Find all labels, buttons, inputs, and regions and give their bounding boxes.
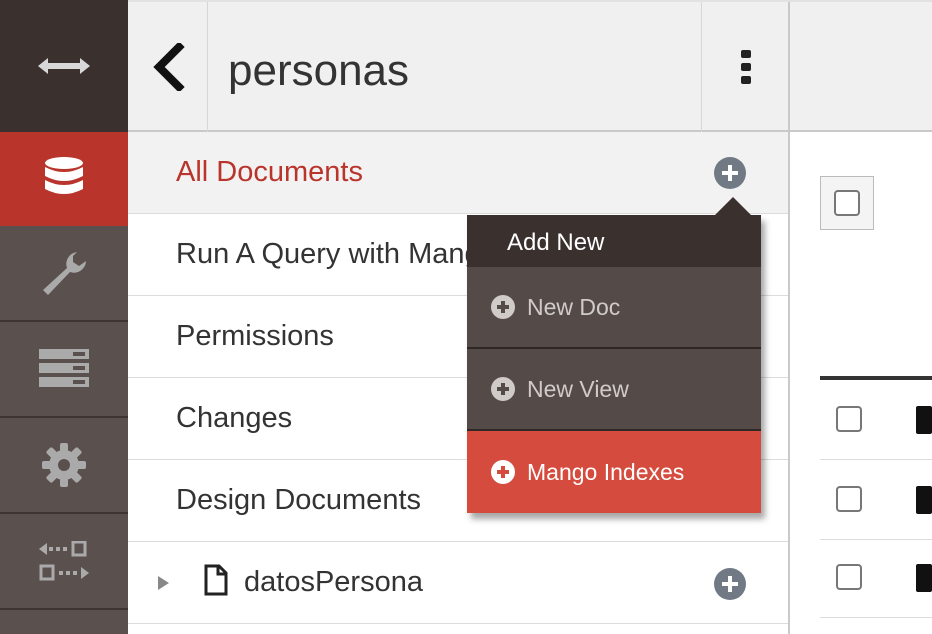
header-divider bbox=[788, 2, 790, 134]
add-new-plus-icon[interactable] bbox=[714, 157, 746, 189]
nav-setup-button[interactable] bbox=[0, 226, 128, 322]
list-icon bbox=[39, 349, 89, 387]
documents-list bbox=[790, 132, 932, 634]
table-row bbox=[820, 460, 932, 540]
database-header: personas bbox=[128, 0, 932, 134]
table-row bbox=[820, 380, 932, 460]
menu-item-label: Mango Indexes bbox=[527, 458, 685, 485]
document-icon[interactable] bbox=[916, 486, 932, 514]
menu-item-mango-indexes[interactable]: Mango Indexes bbox=[467, 431, 761, 513]
database-icon bbox=[45, 157, 83, 194]
gear-icon bbox=[42, 443, 86, 487]
plus-circle-icon bbox=[491, 295, 515, 319]
dropdown-title: Add New bbox=[467, 215, 761, 267]
menu-item-new-doc[interactable]: New Doc bbox=[467, 267, 761, 349]
menu-item-label: New Doc bbox=[527, 293, 621, 320]
menu-item-new-view[interactable]: New View bbox=[467, 349, 761, 431]
document-icon[interactable] bbox=[916, 406, 932, 434]
dropdown-caret bbox=[715, 197, 751, 215]
sidebar-item-label: Changes bbox=[176, 402, 293, 434]
plus-circle-icon bbox=[491, 377, 515, 401]
sidebar-item-label: Permissions bbox=[176, 320, 334, 352]
table-row bbox=[820, 538, 932, 618]
sidebar-item-all-documents[interactable]: All Documents bbox=[128, 132, 788, 214]
sidebar-item-label: All Documents bbox=[176, 156, 363, 188]
rail-spacer bbox=[0, 610, 128, 634]
tree-item-label: datosPersona bbox=[244, 566, 423, 598]
nav-databases-button[interactable] bbox=[0, 132, 128, 226]
replication-icon bbox=[39, 541, 89, 581]
row-checkbox[interactable] bbox=[836, 406, 862, 432]
document-icon[interactable] bbox=[916, 564, 932, 592]
menu-item-label: New View bbox=[527, 375, 629, 402]
icon-rail bbox=[0, 0, 128, 634]
expand-arrow-icon[interactable] bbox=[158, 576, 169, 590]
sidebar-item-label: Run A Query with Mango bbox=[176, 238, 497, 270]
document-icon bbox=[204, 564, 228, 596]
nav-config-button[interactable] bbox=[0, 418, 128, 514]
sidebar-item-label: Design Documents bbox=[176, 484, 421, 516]
tree-item-datos-persona[interactable]: datosPersona bbox=[128, 542, 788, 624]
kebab-menu-icon bbox=[740, 50, 751, 84]
database-options-button[interactable] bbox=[701, 2, 789, 132]
nav-replication-button[interactable] bbox=[0, 514, 128, 610]
row-checkbox[interactable] bbox=[836, 564, 862, 590]
select-all-checkbox[interactable] bbox=[834, 190, 860, 216]
select-all-checkbox-wrapper[interactable] bbox=[820, 176, 874, 230]
row-checkbox[interactable] bbox=[836, 486, 862, 512]
nav-active-tasks-button[interactable] bbox=[0, 322, 128, 418]
chevron-left-icon bbox=[152, 43, 185, 91]
add-to-ddoc-plus-icon[interactable] bbox=[714, 568, 746, 600]
plus-circle-icon bbox=[491, 460, 515, 484]
expand-arrows-icon bbox=[38, 58, 90, 74]
toggle-sidebar-button[interactable] bbox=[0, 0, 128, 132]
add-new-dropdown: Add New New Doc New View Mango Indexes bbox=[467, 215, 761, 513]
wrench-icon bbox=[43, 252, 86, 295]
back-button[interactable] bbox=[128, 2, 208, 132]
page-title: personas bbox=[228, 46, 410, 95]
